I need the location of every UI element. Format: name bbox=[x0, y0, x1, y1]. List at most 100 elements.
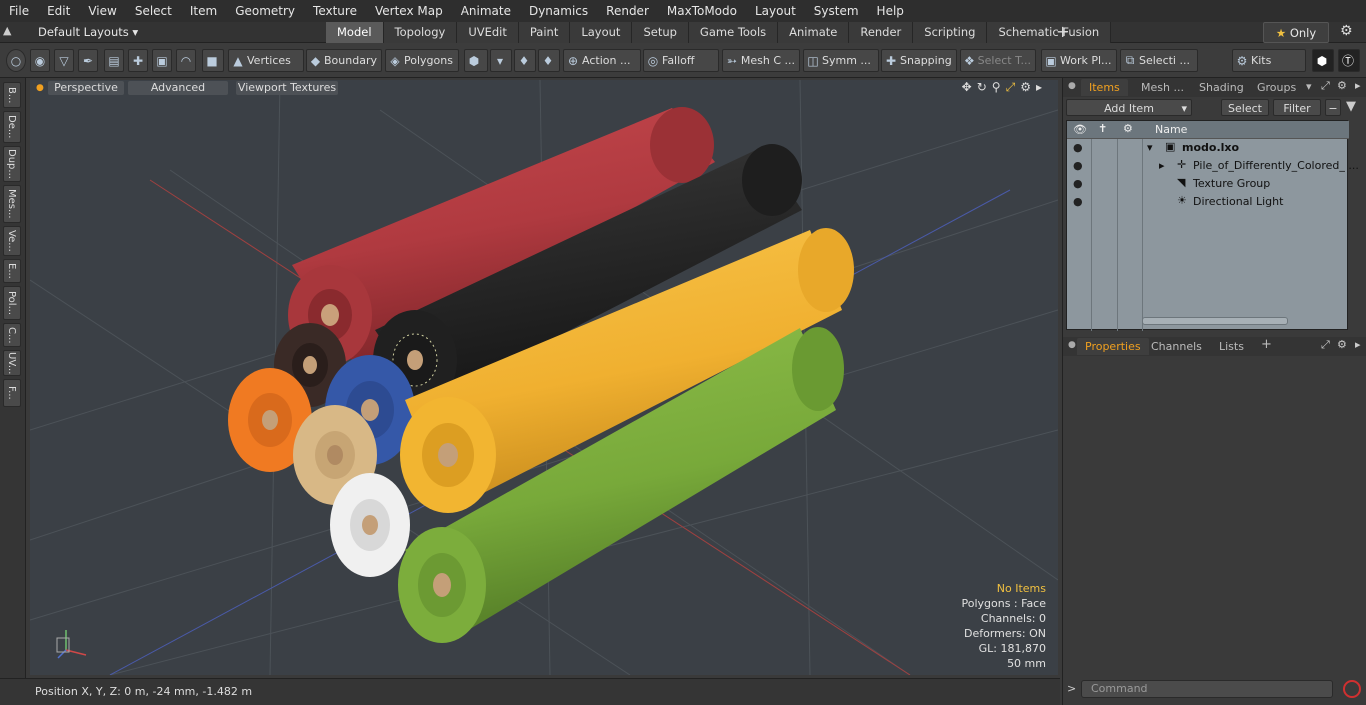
gear-icon[interactable]: ⚙ bbox=[1337, 79, 1347, 92]
tree-row-texture-group[interactable]: ● ◥ Texture Group bbox=[1067, 175, 1349, 193]
item-mode-button[interactable]: ■ bbox=[202, 49, 224, 72]
eye-icon[interactable]: ● bbox=[1073, 177, 1083, 190]
menu-item[interactable]: Item bbox=[181, 0, 226, 22]
tab-items[interactable]: Items bbox=[1081, 79, 1128, 96]
align-button[interactable]: ▤ bbox=[104, 49, 124, 72]
materials-button[interactable]: ⬢ bbox=[464, 49, 488, 72]
tab-shading[interactable]: Shading bbox=[1191, 79, 1252, 96]
tab-mesh[interactable]: Mesh ... bbox=[1133, 79, 1192, 96]
menu-animate[interactable]: Animate bbox=[452, 0, 520, 22]
snapping-button[interactable]: ✚ Snapping bbox=[881, 49, 957, 72]
tree-row-mesh[interactable]: ● ▸ ✛ Pile_of_Differently_Colored_ ... bbox=[1067, 157, 1359, 175]
menu-render[interactable]: Render bbox=[597, 0, 658, 22]
tree-scrollbar[interactable] bbox=[1142, 317, 1288, 325]
left-tool-deform[interactable]: De... bbox=[3, 111, 21, 143]
select-button[interactable]: Select bbox=[1221, 99, 1269, 116]
chevron-right-icon[interactable]: ▸ bbox=[1355, 338, 1361, 351]
menu-texture[interactable]: Texture bbox=[304, 0, 366, 22]
viewport-scene[interactable] bbox=[30, 80, 1058, 675]
collapse-button[interactable]: − bbox=[1325, 99, 1341, 116]
falloff-button[interactable]: ◎ Falloff bbox=[643, 49, 719, 72]
gear-icon[interactable]: ⚙ bbox=[1340, 23, 1353, 39]
menu-vertex-map[interactable]: Vertex Map bbox=[366, 0, 452, 22]
tab-animate[interactable]: Animate bbox=[778, 22, 850, 43]
unity-button[interactable]: ⬢ bbox=[1312, 49, 1334, 72]
vertices-button[interactable]: ▲ Vertices bbox=[228, 49, 304, 72]
zoom-view-icon[interactable]: ⚲ bbox=[992, 80, 1001, 97]
menu-edit[interactable]: Edit bbox=[38, 0, 79, 22]
layout-selector[interactable]: Default Layouts ▾ bbox=[38, 22, 138, 43]
shield2-button[interactable]: ♦ bbox=[538, 49, 560, 72]
left-tool-uv[interactable]: UV... bbox=[3, 350, 21, 376]
tab-game-tools[interactable]: Game Tools bbox=[688, 22, 779, 43]
tab-properties[interactable]: Properties bbox=[1077, 338, 1149, 355]
filter-icon[interactable]: ▼ bbox=[1346, 99, 1356, 114]
tab-lists[interactable]: Lists bbox=[1211, 338, 1252, 355]
viewport-textures-button[interactable]: Viewport Textures bbox=[236, 81, 338, 95]
tree-row-directional-light[interactable]: ● ☀ Directional Light bbox=[1067, 193, 1349, 211]
left-tool-basic[interactable]: B... bbox=[3, 82, 21, 108]
maximize-icon[interactable]: ⤢ bbox=[1321, 338, 1330, 352]
tab-render[interactable]: Render bbox=[849, 22, 914, 43]
polygons-button[interactable]: ◈ Polygons bbox=[385, 49, 459, 72]
brush-button[interactable]: ✒ bbox=[78, 49, 98, 72]
left-tool-fusion[interactable]: F... bbox=[3, 379, 21, 407]
boundary-button[interactable]: ◆ Boundary bbox=[306, 49, 382, 72]
rotate-button[interactable]: ◠ bbox=[176, 49, 196, 72]
add-tab-icon[interactable]: + bbox=[1261, 337, 1272, 352]
left-tool-polygon[interactable]: Pol... bbox=[3, 286, 21, 320]
tab-groups[interactable]: Groups bbox=[1249, 79, 1304, 96]
menu-system[interactable]: System bbox=[805, 0, 868, 22]
materials-dropdown[interactable]: ▾ bbox=[490, 49, 512, 72]
add-tab-icon[interactable]: + bbox=[1056, 22, 1069, 42]
left-tool-duplicate[interactable]: Dup... bbox=[3, 146, 21, 182]
eye-icon[interactable]: ● bbox=[1073, 141, 1083, 154]
chevron-right-icon[interactable]: ▸ bbox=[1036, 80, 1042, 97]
transform-button[interactable]: ✚ bbox=[128, 49, 148, 72]
pen-button[interactable]: ▽ bbox=[54, 49, 74, 72]
tab-model[interactable]: Model bbox=[326, 22, 384, 43]
gear-icon[interactable]: ⚙ bbox=[1337, 338, 1347, 351]
left-tool-mesh-edit[interactable]: Mes... bbox=[3, 185, 21, 223]
menu-geometry[interactable]: Geometry bbox=[226, 0, 304, 22]
name-column-header[interactable]: Name bbox=[1155, 123, 1187, 136]
only-toggle[interactable]: ★ Only bbox=[1263, 22, 1329, 43]
eye-icon[interactable]: ● bbox=[1073, 195, 1083, 208]
advanced-button[interactable]: Advanced bbox=[128, 81, 228, 95]
shield-button[interactable]: ♦ bbox=[514, 49, 536, 72]
layout-up-icon[interactable]: ▲ bbox=[3, 24, 11, 37]
work-plane-button[interactable]: ▣ Work Pl... bbox=[1041, 49, 1117, 72]
command-input[interactable]: Command bbox=[1081, 680, 1333, 698]
left-tool-curve[interactable]: C... bbox=[3, 323, 21, 347]
eye-icon[interactable]: ● bbox=[1073, 159, 1083, 172]
menu-layout[interactable]: Layout bbox=[746, 0, 805, 22]
menu-dynamics[interactable]: Dynamics bbox=[520, 0, 597, 22]
menu-view[interactable]: View bbox=[79, 0, 125, 22]
tree-row-scene[interactable]: ● ▾ ▣ modo.lxo bbox=[1067, 139, 1349, 157]
move-view-icon[interactable]: ✥ bbox=[962, 80, 972, 97]
tab-scripting[interactable]: Scripting bbox=[913, 22, 988, 43]
expand-icon[interactable]: ▸ bbox=[1159, 159, 1165, 172]
globe-button[interactable]: ◉ bbox=[30, 49, 50, 72]
menu-maxtomodo[interactable]: MaxToModo bbox=[658, 0, 746, 22]
tab-channels[interactable]: Channels bbox=[1143, 338, 1210, 355]
rotate-view-icon[interactable]: ↻ bbox=[977, 80, 987, 97]
left-tool-edge[interactable]: E... bbox=[3, 259, 21, 283]
filter-button[interactable]: Filter bbox=[1273, 99, 1321, 116]
menu-help[interactable]: Help bbox=[868, 0, 913, 22]
unreal-button[interactable]: Ⓣ bbox=[1338, 49, 1360, 72]
expand-icon[interactable]: ▾ bbox=[1147, 141, 1153, 154]
tab-topology[interactable]: Topology bbox=[383, 22, 458, 43]
menu-file[interactable]: File bbox=[0, 0, 38, 22]
tab-setup[interactable]: Setup bbox=[632, 22, 689, 43]
chevron-down-icon[interactable]: ▾ bbox=[1306, 80, 1312, 93]
tab-layout[interactable]: Layout bbox=[570, 22, 633, 43]
selection-sets-button[interactable]: ⧉ Selecti ... bbox=[1120, 49, 1198, 72]
select-through-button[interactable]: ❖ Select T... bbox=[960, 49, 1036, 72]
mesh-constraint-button[interactable]: ➳ Mesh C ... bbox=[722, 49, 800, 72]
frame-button[interactable]: ▣ bbox=[152, 49, 172, 72]
add-item-button[interactable]: Add Item ▾ bbox=[1066, 99, 1192, 116]
menu-select[interactable]: Select bbox=[126, 0, 181, 22]
kits-button[interactable]: ⚙ Kits bbox=[1232, 49, 1306, 72]
gear-icon[interactable]: ⚙ bbox=[1020, 80, 1031, 97]
